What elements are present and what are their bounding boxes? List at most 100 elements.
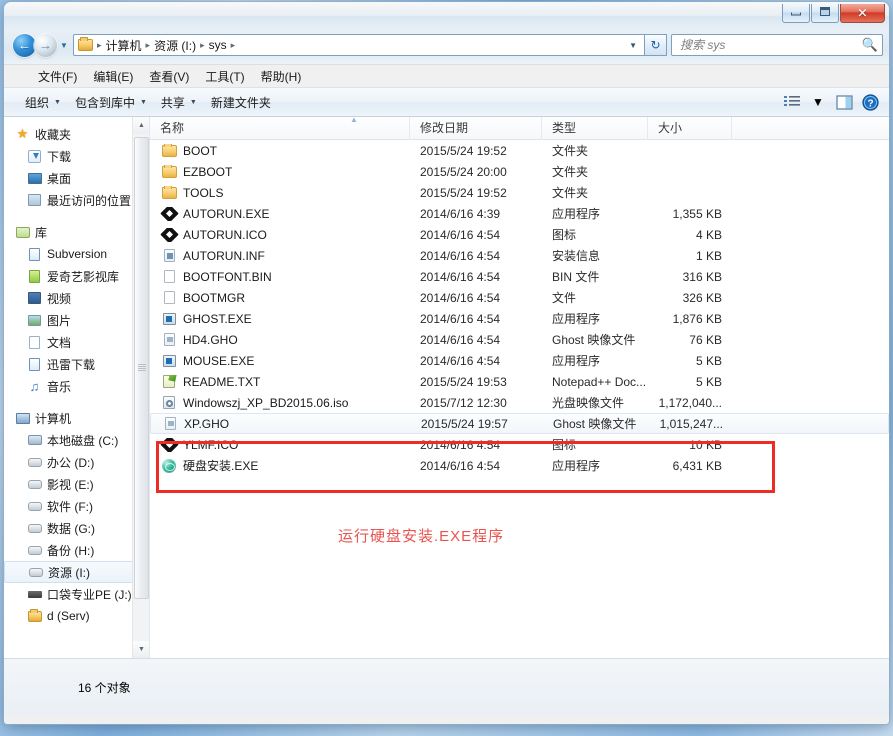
close-button[interactable]: ✕ xyxy=(840,4,885,23)
folder-icon xyxy=(160,187,178,199)
sidebar-item-recent-places[interactable]: 最近访问的位置 xyxy=(4,189,149,211)
table-row[interactable]: Windowszj_XP_BD2015.06.iso 2015/7/12 12:… xyxy=(150,392,889,413)
table-row[interactable]: HD4.GHO 2014/6/16 4:54 Ghost 映像文件 76 KB xyxy=(150,329,889,350)
table-row[interactable]: XP.GHO 2015/5/24 19:57 Ghost 映像文件 1,015,… xyxy=(150,413,889,434)
sidebar-item-network-d-serv[interactable]: d (Serv) xyxy=(4,605,149,627)
sidebar-item-pictures[interactable]: 图片 xyxy=(4,309,149,331)
green-globe-icon xyxy=(160,459,178,473)
sidebar-item-iqiyi[interactable]: 爱奇艺影视库 xyxy=(4,265,149,287)
table-row[interactable]: YLMF.ICO 2014/6/16 4:54 图标 10 KB xyxy=(150,434,889,455)
search-input[interactable] xyxy=(680,38,862,52)
nav-group-computer[interactable]: 计算机 xyxy=(4,407,149,429)
sidebar-item-pictures-label: 图片 xyxy=(47,312,71,329)
nav-group-libraries[interactable]: 库 xyxy=(4,221,149,243)
file-name-cell: EZBOOT xyxy=(150,165,410,179)
share-button[interactable]: 共享 ▼ xyxy=(154,90,204,115)
file-size-cell: 10 KB xyxy=(648,438,732,452)
status-bar: 16 个对象 xyxy=(4,658,889,715)
file-name-cell: AUTORUN.INF xyxy=(150,249,410,263)
table-row[interactable]: GHOST.EXE 2014/6/16 4:54 应用程序 1,876 KB xyxy=(150,308,889,329)
sidebar-item-videos[interactable]: 视频 xyxy=(4,287,149,309)
svg-text:?: ? xyxy=(867,98,873,109)
navigation-pane[interactable]: ★ 收藏夹 下载 桌面 最近访问的位置 xyxy=(4,117,150,658)
sidebar-item-drive-g[interactable]: 数据 (G:) xyxy=(4,517,149,539)
refresh-button[interactable]: ↻ xyxy=(645,34,667,56)
menu-item-view[interactable]: 查看(V) xyxy=(141,65,197,88)
breadcrumb-item-computer[interactable]: 计算机 xyxy=(104,37,144,54)
help-button[interactable]: ? xyxy=(857,91,883,113)
sidebar-item-music-label: 音乐 xyxy=(47,378,71,395)
breadcrumb-item-sys[interactable]: sys xyxy=(207,38,229,52)
table-row[interactable]: BOOTFONT.BIN 2014/6/16 4:54 BIN 文件 316 K… xyxy=(150,266,889,287)
menu-item-help[interactable]: 帮助(H) xyxy=(253,65,310,88)
new-folder-button[interactable]: 新建文件夹 xyxy=(204,90,278,115)
preview-pane-button[interactable] xyxy=(831,91,857,113)
minimize-button[interactable] xyxy=(782,4,810,23)
table-row[interactable]: 硬盘安装.EXE 2014/6/16 4:54 应用程序 6,431 KB xyxy=(150,455,889,476)
sidebar-item-drive-d[interactable]: 办公 (D:) xyxy=(4,451,149,473)
file-date-cell: 2015/7/12 12:30 xyxy=(410,396,542,410)
chevron-down-icon[interactable]: ▼ xyxy=(624,41,642,50)
sidebar-item-thunder-download[interactable]: 迅雷下载 xyxy=(4,353,149,375)
sidebar-item-drive-e[interactable]: 影视 (E:) xyxy=(4,473,149,495)
search-box[interactable]: 🔍 xyxy=(671,34,883,56)
file-type-cell: 应用程序 xyxy=(542,205,648,222)
menu-item-tools[interactable]: 工具(T) xyxy=(197,65,252,88)
file-list-pane[interactable]: 名称 修改日期 类型 大小 ▲ BOOT 2015/5/24 19:52 文件 xyxy=(150,117,889,658)
table-row[interactable]: AUTORUN.EXE 2014/6/16 4:39 应用程序 1,355 KB xyxy=(150,203,889,224)
breadcrumb-item-drive[interactable]: 资源 (I:) xyxy=(152,37,198,54)
sidebar-item-subversion[interactable]: Subversion xyxy=(4,243,149,265)
file-date-cell: 2014/6/16 4:54 xyxy=(410,459,542,473)
nav-group-favorites[interactable]: ★ 收藏夹 xyxy=(4,123,149,145)
column-header-name[interactable]: 名称 xyxy=(150,117,410,140)
change-view-dropdown[interactable]: ▼ xyxy=(805,91,831,113)
diamond-app-icon xyxy=(160,228,178,241)
file-size-cell: 6,431 KB xyxy=(648,459,732,473)
file-date-cell: 2014/6/16 4:54 xyxy=(410,228,542,242)
back-button[interactable]: ← xyxy=(13,34,36,57)
sidebar-item-downloads[interactable]: 下载 xyxy=(4,145,149,167)
scrollbar-grip xyxy=(138,364,146,372)
menu-item-edit[interactable]: 编辑(E) xyxy=(85,65,141,88)
navigation-scrollbar[interactable]: ▲ ▼ xyxy=(132,117,149,658)
sidebar-item-desktop[interactable]: 桌面 xyxy=(4,167,149,189)
include-in-library-button[interactable]: 包含到库中 ▼ xyxy=(68,90,154,115)
column-header-date[interactable]: 修改日期 xyxy=(410,117,542,140)
change-view-button[interactable] xyxy=(779,91,805,113)
ghost-image-icon xyxy=(161,417,179,430)
file-size-cell: 316 KB xyxy=(648,270,732,284)
column-header-type[interactable]: 类型 xyxy=(542,117,648,140)
item-count-label: 16 个对象 xyxy=(78,679,131,696)
sidebar-item-music[interactable]: ♫ 音乐 xyxy=(4,375,149,397)
table-row[interactable]: AUTORUN.ICO 2014/6/16 4:54 图标 4 KB xyxy=(150,224,889,245)
file-type-cell: 文件 xyxy=(542,289,648,306)
sidebar-item-drive-f[interactable]: 软件 (F:) xyxy=(4,495,149,517)
desktop-background: ✕ ← → ▼ ▸ 计算机 ▸ 资源 (I:) ▸ sys xyxy=(0,0,893,736)
table-row[interactable]: EZBOOT 2015/5/24 20:00 文件夹 xyxy=(150,161,889,182)
recent-locations-button[interactable]: ▼ xyxy=(57,41,71,50)
table-row[interactable]: MOUSE.EXE 2014/6/16 4:54 应用程序 5 KB xyxy=(150,350,889,371)
sidebar-item-drive-j[interactable]: 口袋专业PE (J:) xyxy=(4,583,149,605)
scroll-up-button[interactable]: ▲ xyxy=(133,117,150,134)
forward-button[interactable]: → xyxy=(34,34,57,57)
scroll-down-button[interactable]: ▼ xyxy=(133,641,150,658)
table-row[interactable]: TOOLS 2015/5/24 19:52 文件夹 xyxy=(150,182,889,203)
scrollbar-thumb[interactable] xyxy=(134,137,149,599)
file-type-cell: 应用程序 xyxy=(542,457,648,474)
sidebar-item-drive-d-label: 办公 (D:) xyxy=(47,454,94,471)
table-row[interactable]: AUTORUN.INF 2014/6/16 4:54 安装信息 1 KB xyxy=(150,245,889,266)
sidebar-item-drive-h[interactable]: 备份 (H:) xyxy=(4,539,149,561)
table-row[interactable]: BOOT 2015/5/24 19:52 文件夹 xyxy=(150,140,889,161)
application-icon xyxy=(160,313,178,325)
sidebar-item-documents[interactable]: 文档 xyxy=(4,331,149,353)
table-row[interactable]: README.TXT 2015/5/24 19:53 Notepad++ Doc… xyxy=(150,371,889,392)
download-icon xyxy=(26,150,43,163)
table-row[interactable]: BOOTMGR 2014/6/16 4:54 文件 326 KB xyxy=(150,287,889,308)
column-header-size[interactable]: 大小 xyxy=(648,117,732,140)
sidebar-item-drive-i[interactable]: 资源 (I:) xyxy=(4,561,146,583)
maximize-button[interactable] xyxy=(811,4,839,23)
breadcrumb-bar[interactable]: ▸ 计算机 ▸ 资源 (I:) ▸ sys ▸ ▼ xyxy=(73,34,645,56)
sidebar-item-drive-c[interactable]: 本地磁盘 (C:) xyxy=(4,429,149,451)
menu-item-file[interactable]: 文件(F) xyxy=(30,65,85,88)
organize-button[interactable]: 组织 ▼ xyxy=(18,90,68,115)
